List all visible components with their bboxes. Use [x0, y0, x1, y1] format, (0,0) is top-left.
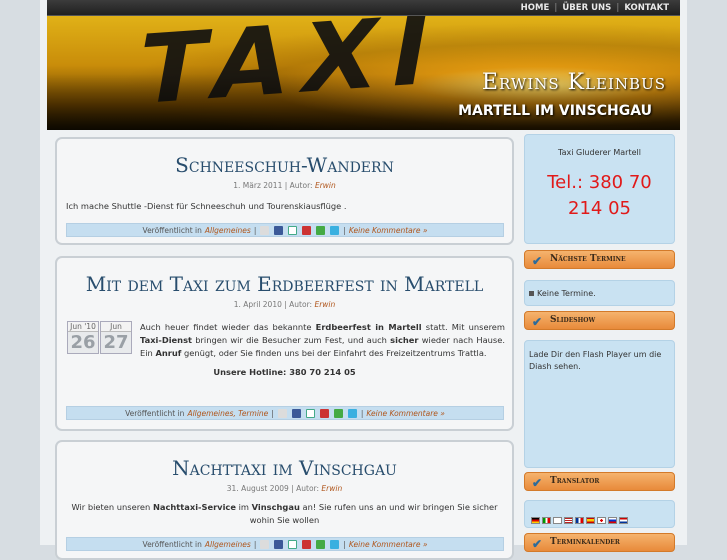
technorati-icon[interactable] — [316, 225, 326, 235]
google-icon[interactable] — [288, 539, 298, 549]
post-meta: 1. April 2010 | Autor: Erwin — [233, 300, 336, 309]
check-icon: ✔ — [532, 254, 543, 268]
post-meta: 31. August 2009 | Autor: Erwin — [226, 484, 343, 493]
digg-icon[interactable] — [302, 539, 312, 549]
page: TAXI HOME | ÜBER UNS | KONTAKT Erwins Klei… — [40, 0, 687, 560]
post-footer-bar: Veröffentlicht in Allgemeines, Termine |… — [66, 406, 504, 420]
post-title[interactable]: Nachttaxi im Vinschgau — [57, 456, 512, 480]
google-icon[interactable] — [305, 408, 315, 418]
event-date-end: Jun 27 — [100, 321, 132, 354]
digg-icon[interactable] — [319, 408, 329, 418]
category-link[interactable]: Allgemeines — [205, 540, 251, 549]
check-icon: ✔ — [532, 315, 543, 329]
flag-french-icon[interactable] — [575, 517, 584, 524]
site-title[interactable]: Erwins Kleinbus — [482, 70, 666, 95]
digg-icon[interactable] — [302, 225, 312, 235]
post-footer-bar: Veröffentlicht in Allgemeines | | Keine … — [66, 223, 504, 237]
post-body: Auch heuer findet wieder das bekannte Er… — [140, 322, 505, 358]
flag-german-icon[interactable] — [531, 517, 540, 524]
flag-italian-icon[interactable] — [542, 517, 551, 524]
post-meta: 1. März 2011 | Autor: Erwin — [233, 181, 336, 190]
category-link[interactable]: Allgemeines — [205, 226, 251, 235]
check-icon: ✔ — [532, 476, 543, 490]
post-schneeschuh: Schneeschuh-Wandern 1. März 2011 | Autor… — [55, 137, 514, 245]
site-subtitle: MARTELL IM VINSCHGAU — [458, 103, 652, 119]
next-dates-widget: Keine Termine. — [524, 280, 675, 306]
widget-heading-next-dates: ✔ Nächste Termine — [524, 250, 675, 269]
facebook-icon[interactable] — [274, 539, 284, 549]
flag-korean-icon[interactable] — [553, 517, 562, 524]
category-link[interactable]: Allgemeines, Termine — [187, 409, 268, 418]
flag-japanese-icon[interactable] — [597, 517, 606, 524]
translator-widget — [524, 500, 675, 528]
contact-widget: Taxi Gluderer Martell Tel.: 380 70 214 0… — [524, 134, 675, 244]
main-nav: HOME | ÜBER UNS | KONTAKT — [516, 1, 674, 15]
flag-spanish-icon[interactable] — [586, 517, 595, 524]
bookmark-icon[interactable] — [277, 408, 287, 418]
nav-about-link[interactable]: ÜBER UNS — [557, 1, 616, 15]
post-title[interactable]: Mit dem Taxi zum Erdbeerfest in Martell — [57, 272, 512, 296]
author-link[interactable]: Erwin — [315, 181, 336, 190]
flash-player-notice[interactable]: Lade Dir den Flash Player um die Diash s… — [529, 350, 661, 371]
widget-heading-translator: ✔ Translator — [524, 472, 675, 491]
nav-contact-link[interactable]: KONTAKT — [619, 1, 674, 15]
slideshow-widget: Lade Dir den Flash Player um die Diash s… — [524, 340, 675, 468]
author-link[interactable]: Erwin — [321, 484, 342, 493]
event-date-start: Jun '10 26 — [67, 321, 99, 354]
post-title[interactable]: Schneeschuh-Wandern — [57, 153, 512, 177]
technorati-icon[interactable] — [333, 408, 343, 418]
comments-link[interactable]: Keine Kommentare » — [349, 540, 428, 549]
comments-link[interactable]: Keine Kommentare » — [349, 226, 428, 235]
post-body: Ich mache Shuttle -Dienst für Schneeschu… — [66, 201, 347, 211]
hotline-text: Unsere Hotline: 380 70 214 05 — [213, 367, 356, 377]
twitter-icon[interactable] — [330, 539, 340, 549]
post-body: Wir bieten unseren Nachttaxi-Service im … — [71, 502, 498, 525]
widget-heading-calendar: ✔ Terminkalender — [524, 533, 675, 552]
bookmark-icon[interactable] — [260, 225, 270, 235]
google-icon[interactable] — [288, 225, 298, 235]
twitter-icon[interactable] — [347, 408, 357, 418]
technorati-icon[interactable] — [316, 539, 326, 549]
comments-link[interactable]: Keine Kommentare » — [366, 409, 445, 418]
facebook-icon[interactable] — [274, 225, 284, 235]
twitter-icon[interactable] — [330, 225, 340, 235]
nav-home-link[interactable]: HOME — [516, 1, 555, 15]
bookmark-icon[interactable] — [260, 539, 270, 549]
widget-heading-slideshow: ✔ Slideshow — [524, 311, 675, 330]
bullet-icon — [529, 291, 534, 296]
post-erdbeerfest: Mit dem Taxi zum Erdbeerfest in Martell … — [55, 256, 514, 431]
facebook-icon[interactable] — [291, 408, 301, 418]
flag-dutch-icon[interactable] — [619, 517, 628, 524]
phone-number: Tel.: 380 70 214 05 — [547, 172, 652, 219]
header: TAXI HOME | ÜBER UNS | KONTAKT Erwins Klei… — [47, 0, 680, 130]
top-navigation-bar: HOME | ÜBER UNS | KONTAKT — [47, 0, 680, 16]
post-nachttaxi: Nachttaxi im Vinschgau 31. August 2009 |… — [55, 440, 514, 560]
author-link[interactable]: Erwin — [314, 300, 335, 309]
flag-english-icon[interactable] — [564, 517, 573, 524]
flag-russian-icon[interactable] — [608, 517, 617, 524]
contact-label: Taxi Gluderer Martell — [558, 148, 641, 157]
post-footer-bar: Veröffentlicht in Allgemeines | | Keine … — [66, 537, 504, 551]
